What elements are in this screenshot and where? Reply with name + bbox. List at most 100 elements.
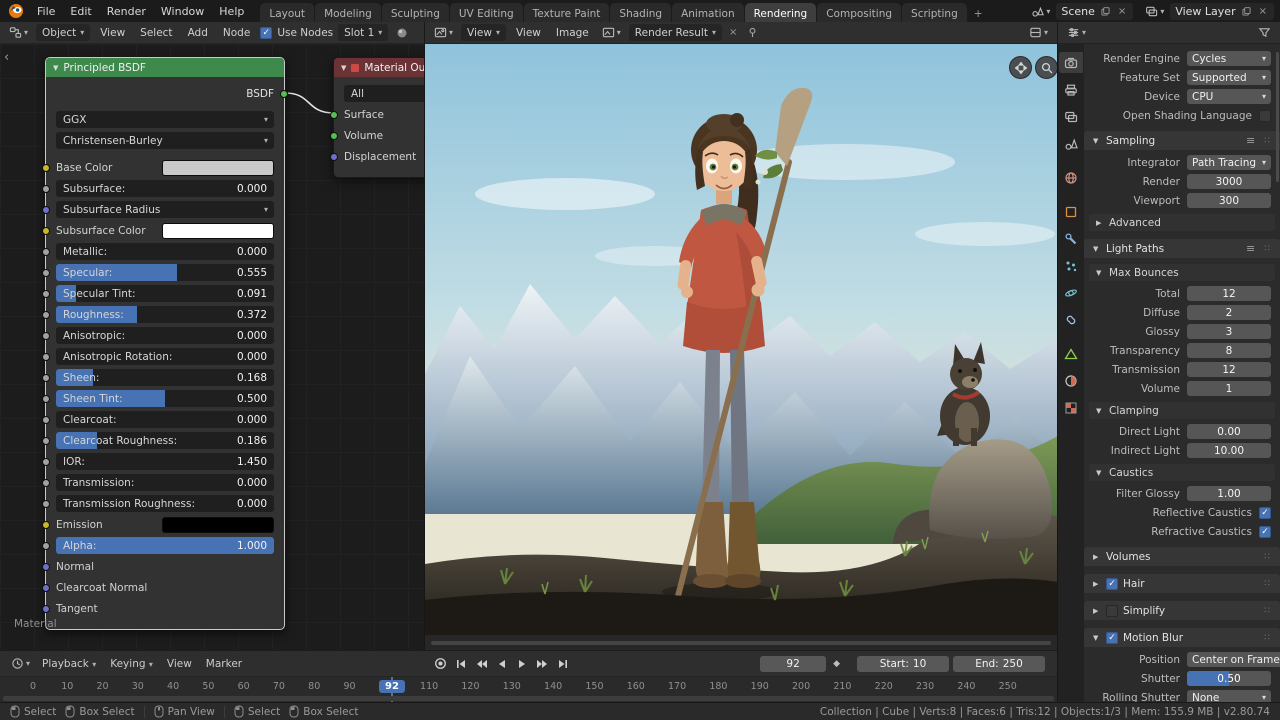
menu-node[interactable]: Node [218,25,255,41]
input-socket-float[interactable] [42,311,50,319]
menu-view[interactable]: View [162,656,197,672]
timeline-scrollbar[interactable] [3,696,1054,701]
transmission-field[interactable]: Transmission: 0.000 [56,474,274,491]
bsdf-output-socket[interactable] [280,90,288,98]
clamping-subsection-header[interactable]: ▼Clamping [1089,402,1275,419]
alpha-slider[interactable]: Alpha: 1.000 [56,537,274,554]
use-nodes-checkbox[interactable]: ✓ [260,27,272,39]
anisotropic-field[interactable]: Anisotropic: 0.000 [56,327,274,344]
volume-bounces-field[interactable]: 1 [1187,381,1271,396]
menu-window[interactable]: Window [154,3,211,20]
input-socket-float[interactable] [42,353,50,361]
zoom-button[interactable] [1035,56,1057,79]
output-properties-tab[interactable] [1059,79,1083,100]
tab-shading[interactable]: Shading [610,3,671,22]
reflective-caustics-checkbox[interactable]: ✓ [1259,507,1271,519]
physics-properties-tab[interactable] [1059,282,1083,303]
menu-help[interactable]: Help [212,3,251,20]
image-view-mode-dropdown[interactable]: View ▾ [461,24,506,41]
input-socket-float[interactable] [42,248,50,256]
render-properties-tab[interactable] [1059,52,1083,73]
principled-bsdf-node[interactable]: ▼ Principled BSDF BSDF GGX ▾ Christensen… [45,57,285,630]
emission-color-swatch[interactable] [162,517,274,533]
displacement-input-socket[interactable] [330,153,338,161]
tab-rendering[interactable]: Rendering [745,3,817,22]
filter-icon[interactable] [1255,24,1274,41]
editor-type-icon[interactable]: ▾ [431,24,456,41]
object-data-properties-tab[interactable] [1059,343,1083,364]
scene-browse-icon[interactable]: ▾ [1028,3,1053,20]
drag-handle-icon[interactable]: ∷ [1264,552,1271,562]
input-socket-float[interactable] [42,437,50,445]
menu-image[interactable]: Image [551,25,594,41]
jump-to-end-button[interactable] [554,655,572,673]
base-color-swatch[interactable] [162,160,274,176]
frame-start-field[interactable]: Start:10 [857,656,949,672]
input-socket-float[interactable] [42,290,50,298]
shader-type-dropdown[interactable]: Object ▾ [36,24,90,41]
roughness-slider[interactable]: Roughness: 0.372 [56,306,274,323]
view-layer-datablock[interactable]: View Layer × [1170,3,1274,20]
menu-file[interactable]: File [30,3,62,20]
node-header[interactable]: ▼ Principled BSDF [46,58,284,77]
subsurface-color-swatch[interactable] [162,223,274,239]
editor-type-icon[interactable]: ▾ [1064,24,1089,41]
mb-position-dropdown[interactable]: Center on Frame▾ [1187,652,1280,667]
input-socket-float[interactable] [42,269,50,277]
feature-set-dropdown[interactable]: Supported▾ [1187,70,1271,85]
input-socket-float[interactable] [42,416,50,424]
play-reverse-button[interactable] [493,655,511,673]
material-slot-dropdown[interactable]: Slot 1 ▾ [338,24,388,41]
max-bounces-subsection-header[interactable]: ▼Max Bounces [1089,264,1275,281]
tab-texture-paint[interactable]: Texture Paint [524,3,610,22]
simplify-checkbox[interactable] [1106,605,1118,617]
input-socket-vector[interactable] [42,605,50,613]
ior-field[interactable]: IOR: 1.450 [56,453,274,470]
clearcoat-roughness-slider[interactable]: Clearcoat Roughness: 0.186 [56,432,274,449]
view-layer-properties-tab[interactable] [1059,106,1083,127]
caustics-subsection-header[interactable]: ▼Caustics [1089,464,1275,481]
refractive-caustics-checkbox[interactable]: ✓ [1259,526,1271,538]
tab-uv-editing[interactable]: UV Editing [450,3,523,22]
drag-handle-icon[interactable]: ∷ [1264,579,1271,589]
particle-properties-tab[interactable] [1059,255,1083,276]
menu-marker[interactable]: Marker [201,656,247,672]
menu-keying[interactable]: Keying ▾ [105,656,158,672]
constraint-properties-tab[interactable] [1059,309,1083,330]
anisotropic-rotation-field[interactable]: Anisotropic Rotation: 0.000 [56,348,274,365]
integrator-dropdown[interactable]: Path Tracing▾ [1187,155,1271,170]
simplify-section-header[interactable]: ▶Simplify∷ [1084,601,1280,620]
transmission-bounces-field[interactable]: 12 [1187,362,1271,377]
pan-view-button[interactable] [1009,56,1032,79]
next-keyframe-button[interactable] [533,655,552,673]
tab-modeling[interactable]: Modeling [315,3,381,22]
direct-light-field[interactable]: 0.00 [1187,424,1271,439]
image-datablock-dropdown[interactable]: Render Result ▾ [629,24,722,41]
menu-select[interactable]: Select [135,25,177,41]
osl-checkbox[interactable] [1259,110,1271,122]
transmission-roughness-field[interactable]: Transmission Roughness: 0.000 [56,495,274,512]
frame-end-field[interactable]: End:250 [953,656,1045,672]
current-frame-field[interactable]: 92 [760,656,826,672]
vertical-scrollbar[interactable] [1276,52,1279,182]
advanced-subsection-header[interactable]: ▶Advanced [1089,214,1275,231]
input-socket-float[interactable] [42,500,50,508]
material-output-node[interactable]: ▼ Material Output All ▾ Surface Volu [333,57,424,178]
volumes-section-header[interactable]: ▶Volumes∷ [1084,547,1280,566]
tab-sculpting[interactable]: Sculpting [382,3,449,22]
drag-handle-icon[interactable]: ∷ [1264,633,1271,643]
horizontal-scrollbar[interactable] [431,641,1051,645]
object-properties-tab[interactable] [1059,201,1083,222]
menu-edit[interactable]: Edit [63,3,98,20]
editor-type-icon[interactable]: ▾ [6,24,31,41]
editor-type-icon[interactable]: ▾ [8,655,33,672]
menu-view[interactable]: View [511,25,546,41]
scene-datablock[interactable]: Scene × [1056,3,1133,20]
previous-keyframe-button[interactable] [472,655,491,673]
rolling-shutter-dropdown[interactable]: None▾ [1187,690,1271,702]
input-socket-color[interactable] [42,227,50,235]
light-paths-section-header[interactable]: ▼Light Paths ≡∷ [1084,239,1280,258]
render-samples-field[interactable]: 3000 [1187,174,1271,189]
display-channels-icon[interactable]: ▾ [1026,24,1051,41]
tab-compositing[interactable]: Compositing [817,3,901,22]
